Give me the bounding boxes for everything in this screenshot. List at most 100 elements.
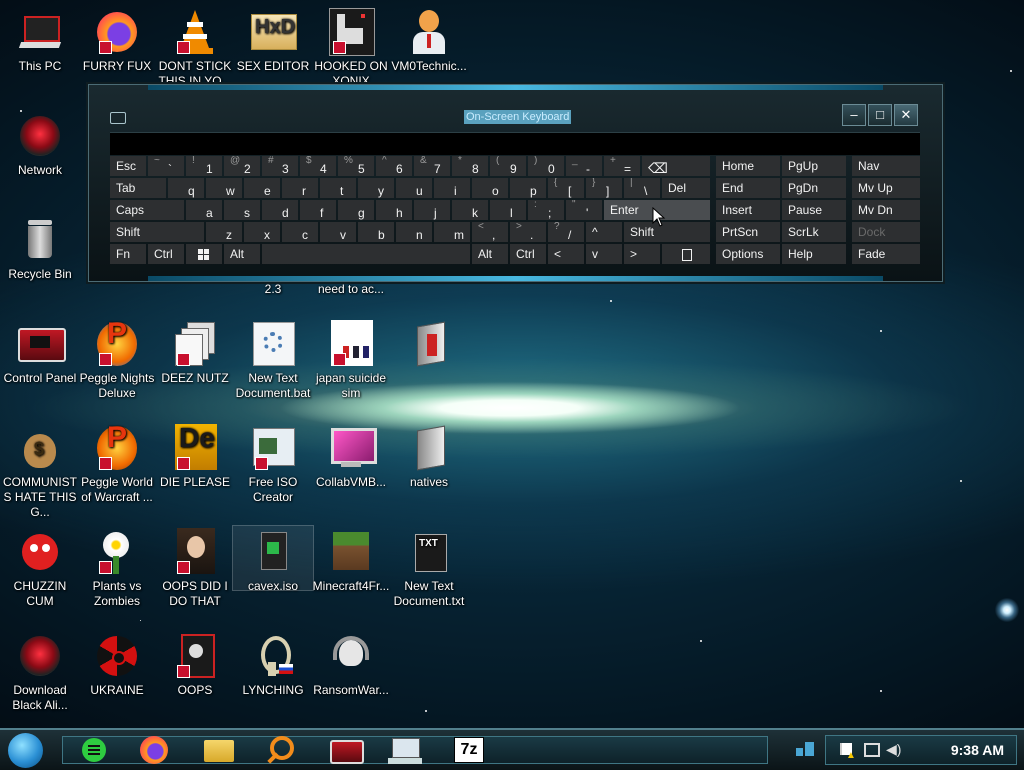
key-equals[interactable]: + = [604, 156, 640, 176]
desktop-icon-collabvmb[interactable]: CollabVMB... [311, 424, 391, 490]
key-backtick[interactable]: ~ ` [148, 156, 184, 176]
key-b[interactable]: b [358, 222, 394, 242]
key-right-alt[interactable]: Alt [472, 244, 508, 264]
volume-icon[interactable]: ◀) [886, 741, 901, 758]
key-z[interactable]: z [206, 222, 242, 242]
desktop-icon-new-text-document-bat[interactable]: New Text Document.bat [233, 320, 313, 401]
key-x[interactable]: x [244, 222, 280, 242]
title-bar[interactable]: On-Screen Keyboard – □ ✕ [110, 104, 920, 126]
desktop-icon-download-black[interactable]: Download Black Ali... [0, 632, 80, 713]
key-insert[interactable]: Insert [716, 200, 780, 220]
maximize-button[interactable]: □ [868, 104, 892, 126]
key-1[interactable]: ! 1 [186, 156, 222, 176]
taskbar-app-file-explorer[interactable] [192, 734, 246, 766]
desktop-icon-minecraft[interactable]: Minecraft4Fr... [311, 528, 391, 594]
key-u[interactable]: u [396, 178, 432, 198]
desktop-icon-ransomware[interactable]: RansomWar... [311, 632, 391, 698]
key-h[interactable]: h [376, 200, 412, 220]
key-up-arrow[interactable]: ^ [586, 222, 622, 242]
key-7[interactable]: & 7 [414, 156, 450, 176]
taskbar-app-notes[interactable] [66, 734, 120, 766]
desktop-icon-cavex-iso[interactable]: cavex.iso [232, 525, 314, 593]
key-9[interactable]: (9 [490, 156, 526, 176]
key-l[interactable]: l [490, 200, 526, 220]
key-0[interactable]: ) 0 [528, 156, 564, 176]
desktop-icon-die-please[interactable]: De DIE PLEASE [155, 424, 235, 490]
desktop-icon-hidden-2-3[interactable]: 2.3 [233, 282, 313, 297]
taskbar-app-remote-desktop[interactable] [378, 734, 432, 766]
desktop-icon-control-panel[interactable]: Control Panel [0, 320, 80, 386]
desktop-icon-furry-fux[interactable]: FURRY FUX [77, 8, 157, 74]
key-right-shift[interactable]: Shift [624, 222, 710, 242]
key-home[interactable]: Home [716, 156, 780, 176]
desktop-icon-new-text-document-txt[interactable]: TXT New Text Document.txt [389, 528, 469, 609]
on-screen-keyboard-window[interactable]: On-Screen Keyboard – □ ✕ Esc ~ ` ! 1 @2 #3… [86, 82, 945, 284]
key-slash[interactable]: ? / [548, 222, 584, 242]
key-s[interactable]: s [224, 200, 260, 220]
desktop-icon-vm0technic[interactable]: VM0Technic... [389, 8, 469, 74]
key-rbracket[interactable]: }] [586, 178, 622, 198]
key-windows[interactable] [186, 244, 222, 264]
key-tab[interactable]: Tab [110, 178, 166, 198]
key-esc[interactable]: Esc [110, 156, 146, 176]
desktop-icon-hooked-on-xonix[interactable]: HOOKED ON XONIX [311, 8, 391, 89]
desktop-icon-sex-editor[interactable]: HxD SEX EDITOR [233, 8, 313, 74]
key-c[interactable]: c [282, 222, 318, 242]
key-minus[interactable]: _ - [566, 156, 602, 176]
key-m[interactable]: m [434, 222, 470, 242]
key-lbracket[interactable]: {[ [548, 178, 584, 198]
start-button[interactable] [8, 733, 43, 768]
key-t[interactable]: t [320, 178, 356, 198]
desktop-icon-hidden-need-to[interactable]: need to ac... [311, 282, 391, 297]
key-right-ctrl[interactable]: Ctrl [510, 244, 546, 264]
warning-icon[interactable]: ▲ [846, 750, 856, 761]
key-w[interactable]: w [206, 178, 242, 198]
key-left-arrow[interactable]: < [548, 244, 584, 264]
key-pgup[interactable]: PgUp [782, 156, 846, 176]
desktop-icon-recycle-bin[interactable]: Recycle Bin [0, 216, 80, 282]
desktop-icon-ukraine[interactable]: UKRAINE [77, 632, 157, 698]
key-pgdn[interactable]: PgDn [782, 178, 846, 198]
desktop-icon-this-pc[interactable]: This PC [0, 8, 80, 74]
desktop-icon-oops[interactable]: OOPS [155, 632, 235, 698]
key-scrlk[interactable]: ScrLk [782, 222, 846, 242]
key-quote[interactable]: " ' [566, 200, 602, 220]
key-g[interactable]: g [338, 200, 374, 220]
key-d[interactable]: d [262, 200, 298, 220]
key-8[interactable]: * 8 [452, 156, 488, 176]
key-p[interactable]: p [510, 178, 546, 198]
minimize-button[interactable]: – [842, 104, 866, 126]
desktop-icon-chuzzin-cum[interactable]: CHUZZIN CUM [0, 528, 80, 609]
key-end[interactable]: End [716, 178, 780, 198]
key-semicolon[interactable]: :; [528, 200, 564, 220]
desktop-icon-deez-nutz[interactable]: DEEZ NUTZ [155, 320, 235, 386]
key-comma[interactable]: <, [472, 222, 508, 242]
desktop-icon-lynching[interactable]: LYNCHING [233, 632, 313, 698]
desktop-icon-plants-vs-zombies[interactable]: Plants vs Zombies [77, 528, 157, 609]
key-q[interactable]: q [168, 178, 204, 198]
key-backslash[interactable]: | \ [624, 178, 660, 198]
taskbar-app-7zip[interactable]: 7z [440, 734, 494, 766]
desktop-icon-free-iso-creator[interactable]: Free ISO Creator [233, 424, 313, 505]
key-help[interactable]: Help [782, 244, 846, 264]
show-windows-icon[interactable] [796, 742, 814, 756]
taskbar-app-search[interactable] [254, 734, 308, 766]
key-menu[interactable] [662, 244, 710, 264]
key-caps[interactable]: Caps [110, 200, 184, 220]
key-pause[interactable]: Pause [782, 200, 846, 220]
key-mv-up[interactable]: Mv Up [852, 178, 920, 198]
desktop-icon-japan-suicide-sim[interactable]: japan suicide sim [311, 320, 391, 401]
key-del[interactable]: Del [662, 178, 710, 198]
key-fade[interactable]: Fade [852, 244, 920, 264]
key-nav[interactable]: Nav [852, 156, 920, 176]
key-backspace[interactable]: ⌫ [642, 156, 710, 176]
key-k[interactable]: k [452, 200, 488, 220]
key-ctrl[interactable]: Ctrl [148, 244, 184, 264]
key-options[interactable]: Options [716, 244, 780, 264]
key-v[interactable]: v [320, 222, 356, 242]
key-fn[interactable]: Fn [110, 244, 146, 264]
key-4[interactable]: $4 [300, 156, 336, 176]
desktop-icon-network[interactable]: Network [0, 112, 80, 178]
clock[interactable]: 9:38 AM [951, 742, 1004, 758]
key-2[interactable]: @2 [224, 156, 260, 176]
